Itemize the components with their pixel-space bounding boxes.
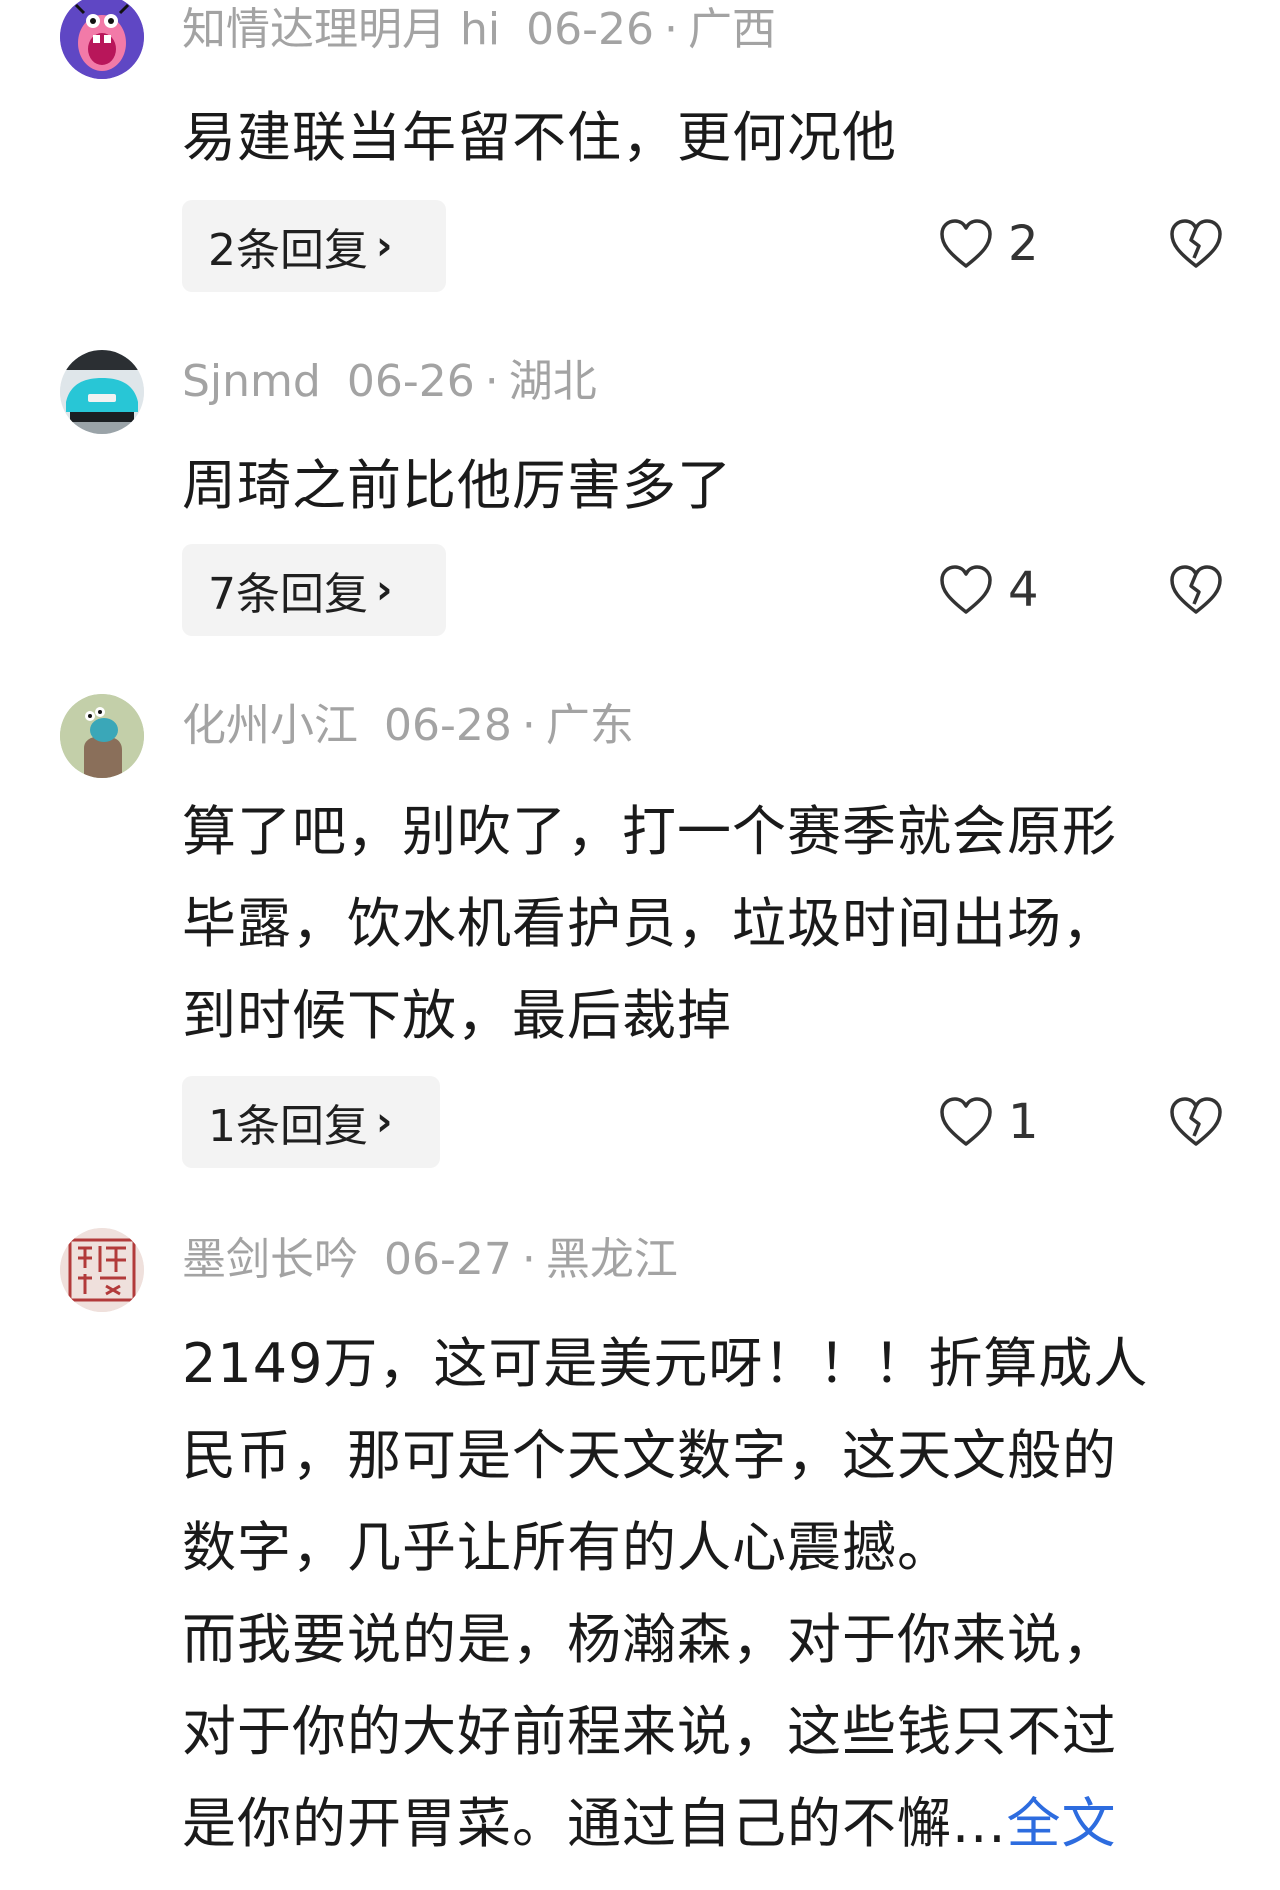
comment-line: 周琦之前比他厉害多了: [182, 454, 732, 517]
comment-date: 06-26: [526, 4, 654, 55]
comment-date: 06-27: [384, 1234, 512, 1285]
comment-text: 算了吧，别吹了，打一个赛季就会原形 毕露，饮水机看护员，垃圾时间出场， 到时候下…: [182, 786, 1222, 1062]
comment-text: 易建联当年留不住，更何况他: [182, 92, 1222, 184]
comment-line: 民币，那可是个天文数字，这天文般的: [182, 1424, 1117, 1487]
broken-heart-icon[interactable]: [1168, 1094, 1224, 1150]
like-button[interactable]: 4: [938, 560, 1039, 620]
comment-region: 湖北: [508, 356, 597, 407]
username[interactable]: Sjnmd: [182, 360, 321, 404]
like-button[interactable]: 1: [938, 1092, 1039, 1152]
comment-line: 对于你的大好前程来说，这些钱只不过: [182, 1700, 1117, 1763]
screaming-cartoon-face-icon: [60, 0, 144, 79]
comment-line: 而我要说的是，杨瀚森，对于你来说，: [182, 1608, 1117, 1671]
comment-date: 06-26: [346, 356, 475, 407]
full-text-link[interactable]: 全文: [1007, 1792, 1117, 1855]
view-replies-button[interactable]: 1条回复 ›: [182, 1076, 440, 1168]
meta-separator: ·: [521, 1234, 536, 1285]
comment-date: 06-28: [384, 700, 512, 751]
teal-car-icon: [60, 350, 144, 434]
like-count: 4: [1008, 562, 1039, 618]
comment-line-truncated: 是你的开胃菜。通过自己的不懈...: [182, 1792, 1007, 1855]
red-seal-stamp-icon: [60, 1228, 144, 1312]
comment-line: 是你的开胃菜。通过自己的不懈...全文: [182, 1778, 1222, 1870]
view-replies-button[interactable]: 2条回复 ›: [182, 200, 446, 292]
snail-character-icon: [60, 694, 144, 778]
comment-line: 毕露，饮水机看护员，垃圾时间出场，: [182, 892, 1117, 955]
meta-separator: ·: [521, 700, 536, 751]
comment-line: 易建联当年留不住，更何况他: [182, 106, 897, 169]
comment-text: 周琦之前比他厉害多了: [182, 440, 1222, 532]
user-avatar[interactable]: [60, 1228, 144, 1312]
chevron-right-icon: ›: [376, 223, 393, 269]
reply-count-label: 1条回复: [208, 1101, 368, 1152]
heart-outline-icon: [940, 219, 992, 268]
username[interactable]: 知情达理明月 hi: [182, 8, 500, 52]
broken-heart-icon[interactable]: [1168, 216, 1224, 272]
view-replies-button[interactable]: 7条回复 ›: [182, 544, 446, 636]
broken-heart-icon[interactable]: [1168, 562, 1224, 618]
meta-separator: ·: [484, 356, 499, 407]
comment-region: 广东: [545, 700, 634, 751]
user-avatar[interactable]: [60, 0, 144, 79]
comment-text: 2149万，这可是美元呀！！！折算成人 民币，那可是个天文数字，这天文般的 数字…: [182, 1318, 1222, 1870]
comment-line: 到时候下放，最后裁掉: [182, 984, 732, 1047]
comment-line: 数字，几乎让所有的人心震撼。: [182, 1516, 952, 1579]
like-count: 2: [1008, 216, 1039, 272]
comment-meta: Sjnmd 06-26 · 湖北: [182, 360, 597, 404]
like-button[interactable]: 2: [938, 214, 1039, 274]
reply-count-label: 2条回复: [208, 225, 368, 276]
comment-meta: 化州小江 06-28 · 广东: [182, 704, 634, 748]
comment-region: 广西: [687, 4, 776, 55]
username[interactable]: 化州小江: [182, 704, 358, 748]
username[interactable]: 墨剑长吟: [182, 1238, 358, 1282]
heart-outline-icon: [940, 565, 992, 614]
like-count: 1: [1008, 1094, 1039, 1150]
comment-line: 2149万，这可是美元呀！！！折算成人: [182, 1332, 1149, 1395]
chevron-right-icon: ›: [376, 567, 393, 613]
comment-meta: 知情达理明月 hi 06-26 · 广西: [182, 8, 776, 52]
user-avatar[interactable]: [60, 694, 144, 778]
chevron-right-icon: ›: [376, 1099, 393, 1145]
comment-meta: 墨剑长吟 06-27 · 黑龙江: [182, 1238, 678, 1282]
comment-region: 黑龙江: [545, 1234, 678, 1285]
meta-separator: ·: [663, 4, 678, 55]
heart-outline-icon: [940, 1097, 992, 1146]
comment-line: 算了吧，别吹了，打一个赛季就会原形: [182, 800, 1117, 863]
reply-count-label: 7条回复: [208, 569, 368, 620]
user-avatar[interactable]: [60, 350, 144, 434]
